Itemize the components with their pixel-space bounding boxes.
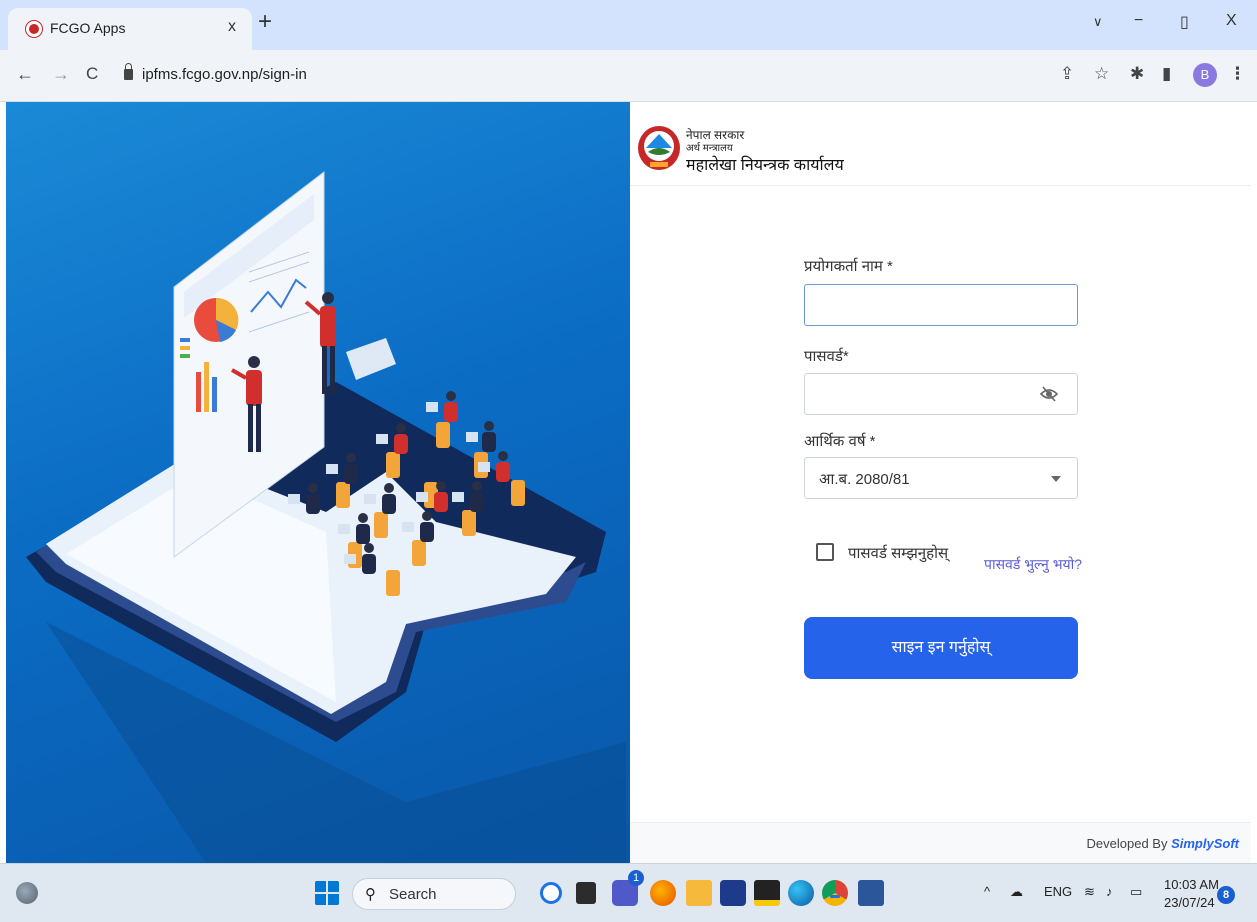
username-label: प्रयोगकर्ता नाम * xyxy=(804,258,893,275)
bing-chat-icon[interactable] xyxy=(540,882,562,904)
tray-overflow-chevron-icon[interactable]: ^ xyxy=(984,884,990,899)
sign-in-button[interactable]: साइन इन गर्नुहोस् xyxy=(804,617,1078,679)
edge-browser-icon[interactable] xyxy=(788,880,814,906)
back-button[interactable]: ← xyxy=(16,64,34,85)
task-view-icon[interactable] xyxy=(576,882,596,904)
password-label: पासवर्ड* xyxy=(804,348,849,365)
sticky-notes-icon[interactable] xyxy=(754,880,780,906)
developer-credit: Developed By SimplySoft xyxy=(1087,836,1239,851)
chrome-icon[interactable] xyxy=(822,880,848,906)
battery-icon[interactable]: ▭ xyxy=(1130,884,1142,900)
close-window-button[interactable]: X xyxy=(1226,12,1237,30)
tab-close-icon[interactable]: x xyxy=(228,18,236,36)
developed-by-text: Developed By xyxy=(1086,836,1168,851)
page-content: नेपाल सरकार अर्थ मन्त्रालय महालेखा नियन्… xyxy=(6,102,1251,863)
search-placeholder: Search xyxy=(389,886,437,903)
bookmark-star-icon[interactable]: ☆ xyxy=(1094,64,1109,84)
browser-toolbar: ← → C ipfms.fcgo.gov.np/sign-in ⇪ ☆ ✱ ▮ … xyxy=(0,50,1257,102)
file-explorer-icon[interactable] xyxy=(686,880,712,906)
site-favicon-icon xyxy=(26,21,42,37)
fiscal-year-select[interactable]: आ.ब. 2080/81 xyxy=(804,457,1078,499)
windows-start-icon[interactable] xyxy=(314,880,340,906)
onedrive-icon[interactable]: ☁ xyxy=(1010,884,1023,900)
weather-widget-icon[interactable] xyxy=(16,882,38,904)
chevron-down-icon xyxy=(1051,476,1061,482)
browser-tab-strip: FCGO Apps x + ∨ − ▯ X xyxy=(0,0,1257,50)
restore-button[interactable]: ▯ xyxy=(1180,12,1189,32)
browser-tab[interactable]: FCGO Apps x xyxy=(8,8,252,50)
brand-office-title: महालेखा नियन्त्रक कार्यालय xyxy=(686,157,844,174)
password-input[interactable] xyxy=(804,373,1078,415)
wifi-icon[interactable]: ≋ xyxy=(1084,884,1095,900)
remember-password-checkbox[interactable] xyxy=(816,543,834,561)
tab-title: FCGO Apps xyxy=(50,20,126,36)
profile-avatar[interactable]: B xyxy=(1193,63,1217,87)
side-panel-icon[interactable]: ▮ xyxy=(1162,64,1171,84)
developer-company: SimplySoft xyxy=(1171,836,1239,851)
windows-taskbar: ⚲ Search 1 ^ ☁ ENG ≋ ♪ ▭ 10:03 AM 23/07/… xyxy=(0,863,1257,922)
fiscal-year-label: आर्थिक वर्ष * xyxy=(804,433,876,450)
taskbar-time[interactable]: 10:03 AM xyxy=(1164,877,1219,892)
forgot-password-link[interactable]: पासवर्ड भुल्नु भयो? xyxy=(984,555,1082,574)
notification-badge[interactable]: 8 xyxy=(1217,886,1235,904)
tab-search-dropdown-icon[interactable]: ∨ xyxy=(1093,14,1103,30)
search-icon: ⚲ xyxy=(365,886,376,903)
minimize-button[interactable]: − xyxy=(1134,12,1143,30)
volume-icon[interactable]: ♪ xyxy=(1106,884,1113,899)
fiscal-year-value: आ.ब. 2080/81 xyxy=(819,471,910,488)
lock-icon xyxy=(124,63,133,80)
taskbar-date[interactable]: 23/07/24 xyxy=(1164,895,1215,910)
toggle-password-visibility-icon[interactable] xyxy=(1039,385,1059,403)
language-indicator[interactable]: ENG xyxy=(1044,884,1072,899)
book-presentation-illustration xyxy=(26,170,626,863)
nepal-emblem-icon xyxy=(638,126,680,170)
brand-ministry: अर्थ मन्त्रालय xyxy=(686,143,733,154)
taskbar-search[interactable]: ⚲ Search xyxy=(352,878,516,910)
forward-button[interactable]: → xyxy=(52,64,70,85)
microsoft-store-icon[interactable] xyxy=(720,880,746,906)
extensions-icon[interactable]: ✱ xyxy=(1130,64,1144,84)
login-panel: नेपाल सरकार अर्थ मन्त्रालय महालेखा नियन्… xyxy=(630,102,1251,863)
firefox-icon[interactable] xyxy=(650,880,676,906)
active-app-indicator xyxy=(830,895,840,898)
menu-kebab-icon[interactable]: ⋮ xyxy=(1229,64,1246,84)
page-footer: Developed By SimplySoft xyxy=(630,822,1251,863)
hero-illustration xyxy=(6,102,630,863)
remember-password-label[interactable]: पासवर्ड सम्झनुहोस् xyxy=(848,543,948,563)
teams-badge: 1 xyxy=(628,870,644,886)
share-icon[interactable]: ⇪ xyxy=(1060,64,1074,84)
address-bar[interactable]: ipfms.fcgo.gov.np/sign-in xyxy=(112,57,1116,95)
new-tab-button[interactable]: + xyxy=(258,10,272,34)
username-input[interactable] xyxy=(804,284,1078,326)
reload-button[interactable]: C xyxy=(86,64,98,84)
word-icon[interactable] xyxy=(858,880,884,906)
url-text: ipfms.fcgo.gov.np/sign-in xyxy=(142,66,307,83)
brand-header: नेपाल सरकार अर्थ मन्त्रालय महालेखा नियन्… xyxy=(630,102,1251,186)
